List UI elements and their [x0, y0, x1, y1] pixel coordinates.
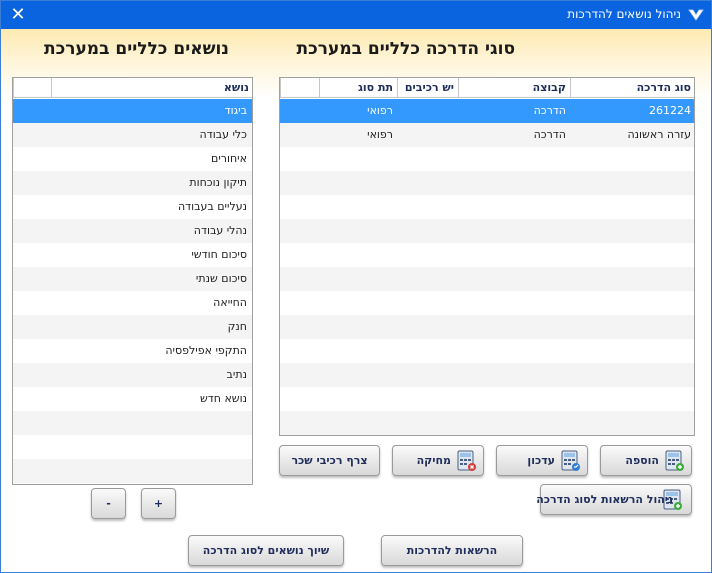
edit-button-label: עדכון — [527, 454, 555, 467]
edit-button[interactable]: עדכון — [496, 445, 588, 476]
list-item[interactable]: סיכום שנתי — [13, 267, 252, 291]
list-item[interactable] — [13, 435, 252, 459]
add-button[interactable]: הוספה — [600, 445, 692, 476]
window-title: ניהול נושאים להדרכות — [567, 7, 681, 21]
list-item[interactable]: ביגוד — [13, 99, 252, 123]
list-item[interactable]: סיכום חודשי — [13, 243, 252, 267]
training-registrations-label: הרשאות להדרכות — [406, 544, 498, 557]
cell-topic: תיקון נוכחות — [189, 176, 247, 189]
cell-topic: איחורים — [211, 152, 247, 165]
list-item[interactable]: נהלי עבודה — [13, 219, 252, 243]
column-header-blank — [13, 78, 51, 98]
table-row[interactable] — [280, 339, 694, 363]
cell-has-components — [397, 99, 458, 123]
manage-registrations-button[interactable]: ניהול הרשאות לסוג הדרכה — [536, 484, 692, 515]
add-topic-button[interactable]: + — [141, 488, 176, 519]
table-row[interactable] — [280, 363, 694, 387]
cell-type: 261224 — [649, 104, 691, 117]
client-area: סוגי הדרכה כלליים במערכת נושאים כלליים ב… — [1, 29, 711, 572]
cell-type: עזרה ראשונה — [627, 128, 691, 141]
column-header-subtype[interactable]: תת סוג — [319, 78, 397, 98]
assign-topics-button[interactable]: שיוך נושאים לסוג הדרכה — [188, 535, 344, 566]
column-header-group[interactable]: קבוצה — [458, 78, 570, 98]
training-types-grid[interactable]: סוג הדרכה קבוצה יש רכיבים תת סוג 261224 ה… — [279, 77, 695, 436]
table-row[interactable] — [280, 147, 694, 171]
remove-topic-button[interactable]: - — [91, 488, 126, 519]
grid-header: נושא — [13, 78, 252, 98]
calculator-delete-icon — [457, 450, 476, 471]
column-header-type[interactable]: סוג הדרכה — [570, 78, 694, 98]
attach-components-button[interactable]: צרף רכיבי שכר — [279, 445, 380, 476]
assign-topics-label: שיוך נושאים לסוג הדרכה — [202, 544, 330, 557]
grid-header: סוג הדרכה קבוצה יש רכיבים תת סוג — [280, 78, 694, 98]
table-row[interactable] — [280, 315, 694, 339]
cell-topic: חנק — [227, 320, 247, 333]
table-row[interactable] — [280, 411, 694, 435]
cell-topic: כלי עבודה — [199, 128, 247, 141]
manage-registrations-label: ניהול הרשאות לסוג הדרכה — [536, 493, 673, 506]
cell-group: הדרכה — [533, 104, 566, 117]
close-button[interactable]: ✕ — [1, 1, 35, 29]
table-row[interactable] — [280, 387, 694, 411]
topics-heading: נושאים כלליים במערכת — [44, 39, 229, 59]
minus-label: - — [106, 497, 111, 510]
add-button-label: הוספה — [625, 454, 659, 467]
main-window: ✕ ניהול נושאים להדרכות סוגי הדרכה כלליים… — [0, 0, 712, 573]
table-row[interactable] — [280, 267, 694, 291]
list-item[interactable]: נעליים בעבודה — [13, 195, 252, 219]
title-bar[interactable]: ✕ ניהול נושאים להדרכות — [1, 1, 711, 29]
table-row[interactable] — [280, 243, 694, 267]
topics-grid[interactable]: נושא ביגוד כלי עבודה איחורים תיקון נוכחות נע… — [12, 77, 253, 485]
delete-button[interactable]: מחיקה — [392, 445, 484, 476]
table-row[interactable] — [280, 219, 694, 243]
training-types-heading: סוגי הדרכה כלליים במערכת — [296, 39, 515, 59]
attach-components-label: צרף רכיבי שכר — [291, 454, 368, 467]
table-row[interactable] — [280, 171, 694, 195]
table-row[interactable] — [280, 291, 694, 315]
cell-topic: נהלי עבודה — [193, 224, 247, 237]
list-item[interactable]: כלי עבודה — [13, 123, 252, 147]
table-row[interactable]: עזרה ראשונה הדרכה רפואי — [280, 123, 694, 147]
cell-group: הדרכה — [533, 128, 566, 141]
cell-has-components — [397, 123, 458, 147]
table-row[interactable]: 261224 הדרכה רפואי — [280, 99, 694, 123]
cell-topic: סיכום שנתי — [195, 272, 247, 285]
cell-topic: סיכום חודשי — [191, 248, 247, 261]
calculator-edit-icon — [561, 450, 580, 471]
list-item[interactable] — [13, 459, 252, 483]
cell-topic: נעליים בעבודה — [177, 200, 247, 213]
cell-topic: נתיב — [226, 368, 247, 381]
list-item[interactable]: התקפי אפילפסיה — [13, 339, 252, 363]
list-item[interactable]: איחורים — [13, 147, 252, 171]
cell-subtype: רפואי — [367, 128, 393, 141]
column-header-topic[interactable]: נושא — [51, 78, 252, 98]
calculator-add-icon — [665, 450, 684, 471]
list-item[interactable]: נתיב — [13, 363, 252, 387]
table-row[interactable] — [280, 195, 694, 219]
column-header-has-components[interactable]: יש רכיבים — [397, 78, 458, 98]
cell-topic: התקפי אפילפסיה — [165, 344, 247, 357]
cell-topic: נושא חדש — [199, 392, 247, 405]
cell-subtype: רפואי — [367, 104, 393, 117]
app-logo-icon — [688, 9, 704, 21]
list-item[interactable]: תיקון נוכחות — [13, 171, 252, 195]
list-item[interactable]: נושא חדש — [13, 387, 252, 411]
cell-topic: ביגוד — [224, 104, 247, 117]
plus-label: + — [153, 497, 164, 510]
training-registrations-button[interactable]: הרשאות להדרכות — [381, 535, 523, 566]
list-item[interactable] — [13, 411, 252, 435]
delete-button-label: מחיקה — [416, 454, 451, 467]
cell-topic: החייאה — [213, 296, 247, 309]
list-item[interactable]: החייאה — [13, 291, 252, 315]
column-header-blank — [280, 78, 319, 98]
list-item[interactable]: חנק — [13, 315, 252, 339]
